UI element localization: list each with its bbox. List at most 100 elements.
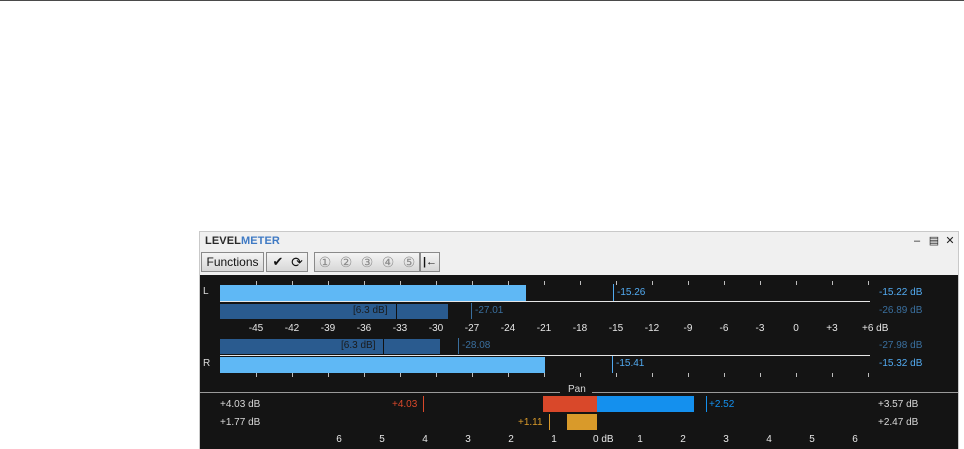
level-scale-label: -30: [428, 323, 444, 334]
level-scale-label: -3: [755, 323, 765, 334]
left-peak-baseline: [220, 301, 870, 302]
pan-row2-left-marker-value: +1.11: [518, 417, 543, 428]
pan-scale-label: 3: [723, 434, 729, 445]
pan-row1-left-bar: [543, 396, 597, 412]
level-meter-panel: LEVELMETER – ▤ ✕ Functions ✔ ⟳ ① ② ③ ④ ⑤…: [199, 231, 959, 449]
level-scale-tick-top: [724, 281, 725, 285]
level-scale-tick-bottom: [436, 373, 437, 377]
checkmark-icon[interactable]: ✔: [269, 254, 287, 270]
pan-title: Pan: [568, 384, 586, 395]
level-scale-label: -36: [356, 323, 372, 334]
panel-title-level: LEVEL: [205, 235, 241, 247]
panel-title-meter: METER: [240, 235, 280, 247]
pan-scale-label: 6: [852, 434, 858, 445]
level-scale-label: -21: [536, 323, 552, 334]
preset-5-button[interactable]: ⑤: [400, 254, 418, 270]
right-rms-inner-marker: [383, 339, 384, 354]
level-scale-tick-bottom: [796, 373, 797, 377]
panel-menu-icon[interactable]: ▤: [928, 234, 940, 248]
left-rms-bar: [220, 304, 448, 319]
pan-scale-label: 1: [637, 434, 643, 445]
level-scale-label: +6 dB: [862, 323, 889, 334]
level-scale-tick-top: [328, 281, 329, 285]
level-scale-tick-bottom: [292, 373, 293, 377]
preset-4-button[interactable]: ④: [379, 254, 397, 270]
level-scale-tick-top: [544, 281, 545, 285]
pan-row2-right-value: +2.47 dB: [878, 417, 919, 428]
meter-display: L R [6.3 dB] [6.3 dB] -15.26 -27.01 -28.…: [200, 275, 958, 449]
level-scale-tick-bottom: [868, 373, 869, 377]
level-scale-tick-top: [832, 281, 833, 285]
functions-button[interactable]: Functions: [201, 252, 264, 272]
pan-row1-right-marker: [706, 396, 707, 412]
close-icon[interactable]: ✕: [944, 234, 956, 248]
top-divider: [0, 0, 964, 1]
pan-scale-label: 1: [551, 434, 557, 445]
level-scale-label: -6: [719, 323, 729, 334]
level-scale-label: +3: [826, 323, 838, 334]
action-button-group: ✔ ⟳: [266, 252, 308, 272]
level-scale-tick-bottom: [580, 373, 581, 377]
left-rms-inner-marker: [396, 304, 397, 319]
pan-scale-label: 2: [508, 434, 514, 445]
preset-button-group: ① ② ③ ④ ⑤: [314, 252, 420, 272]
level-scale-tick-top: [688, 281, 689, 285]
level-scale-tick-top: [868, 281, 869, 285]
level-scale-label: -27: [464, 323, 480, 334]
level-scale-tick-bottom: [364, 373, 365, 377]
level-scale-tick-top: [256, 281, 257, 285]
preset-2-button[interactable]: ②: [337, 254, 355, 270]
pan-divider-right: [592, 392, 958, 393]
pan-scale-label: 4: [422, 434, 428, 445]
level-scale-label: -33: [392, 323, 408, 334]
pan-scale-label: 6: [336, 434, 342, 445]
level-scale-tick-top: [616, 281, 617, 285]
pan-row1-left-marker: [423, 396, 424, 412]
preset-3-button[interactable]: ③: [358, 254, 376, 270]
left-peak-hold-value: -15.26: [617, 287, 646, 298]
pan-row1-right-bar: [597, 396, 694, 412]
pan-scale-label: 3: [465, 434, 471, 445]
level-scale-tick-top: [364, 281, 365, 285]
left-rms-hold-marker: [471, 303, 472, 319]
level-scale-label: 0: [793, 323, 799, 334]
level-scale-label: -9: [683, 323, 693, 334]
minimize-button[interactable]: –: [911, 234, 923, 248]
pan-row1-right-value: +3.57 dB: [878, 399, 919, 410]
level-scale-label: -18: [572, 323, 588, 334]
right-rms-hold-value: -28.08: [462, 340, 491, 351]
pan-row1-right-marker-value: +2.52: [709, 399, 735, 410]
left-peak-bar: [220, 285, 526, 301]
level-scale-tick-bottom: [760, 373, 761, 377]
level-scale-tick-bottom: [688, 373, 689, 377]
pan-scale-label: 0 dB: [593, 434, 614, 445]
refresh-icon[interactable]: ⟳: [288, 254, 306, 270]
preset-1-button[interactable]: ①: [316, 254, 334, 270]
level-scale-tick-bottom: [832, 373, 833, 377]
level-scale-tick-top: [652, 281, 653, 285]
right-peak-bar: [220, 357, 546, 373]
left-rms-readout: -26.89 dB: [879, 305, 923, 316]
toolbar: Functions ✔ ⟳ ① ② ③ ④ ⑤ |←: [200, 252, 958, 274]
level-scale-label: -45: [248, 323, 264, 334]
level-scale-tick-bottom: [472, 373, 473, 377]
level-scale-tick-bottom: [400, 373, 401, 377]
right-rms-range-label: [6.3 dB]: [341, 340, 376, 351]
level-scale-tick-top: [400, 281, 401, 285]
right-peak-baseline: [220, 355, 870, 356]
pan-row1-left-marker-value: +4.03: [392, 399, 418, 410]
pan-row2-left-bar: [566, 414, 597, 430]
right-rms-hold-marker: [458, 338, 459, 354]
level-scale-tick-bottom: [616, 373, 617, 377]
level-scale-tick-top: [760, 281, 761, 285]
left-peak-hold-marker: [613, 284, 614, 301]
reset-peaks-button[interactable]: |←: [420, 252, 440, 272]
left-peak-readout: -15.22 dB: [879, 287, 923, 298]
left-rms-range-label: [6.3 dB]: [353, 305, 388, 316]
level-scale-tick-bottom: [544, 373, 545, 377]
level-scale-tick-bottom: [508, 373, 509, 377]
right-peak-hold-value: -15.41: [616, 358, 645, 369]
right-peak-hold-marker: [612, 356, 613, 373]
left-channel-label: L: [203, 286, 209, 297]
level-scale-tick-bottom: [724, 373, 725, 377]
